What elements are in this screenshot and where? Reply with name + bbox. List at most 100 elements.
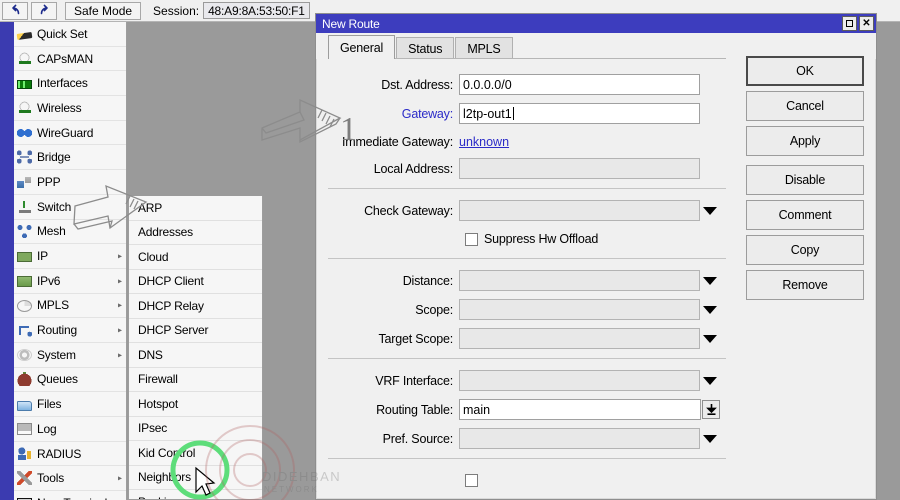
submenu-item-cloud[interactable]: Cloud [129, 245, 262, 270]
redo-button[interactable] [31, 1, 57, 20]
submenu-item-packing[interactable]: Packing [129, 490, 262, 499]
sidebar-item-quick-set[interactable]: Quick Set [14, 22, 126, 47]
winbox-left-strip [0, 22, 14, 500]
sidebar-item-label: Files [37, 397, 62, 412]
submenu-item-firewall[interactable]: Firewall [129, 368, 262, 392]
sidebar-item-interfaces[interactable]: Interfaces [14, 71, 126, 97]
sidebar-item-mpls[interactable]: MPLS ▸ [14, 294, 126, 319]
safe-mode-button[interactable]: Safe Mode [65, 1, 142, 20]
remove-button[interactable]: Remove [746, 270, 864, 300]
vrf-interface-dropdown[interactable] [700, 376, 720, 385]
tab-mpls[interactable]: MPLS [455, 37, 513, 59]
sidebar-item-ipv6[interactable]: IPv6 ▸ [14, 269, 126, 294]
dialog-titlebar[interactable]: New Route ✕ [316, 14, 876, 33]
submenu-item-neighbors[interactable]: Neighbors [129, 466, 262, 490]
tab-status[interactable]: Status [396, 37, 455, 59]
dst-address-input[interactable]: 0.0.0.0/0 [459, 74, 700, 95]
local-address-input[interactable] [459, 158, 700, 179]
sidebar-item-bridge[interactable]: Bridge [14, 145, 126, 171]
ok-button[interactable]: OK [746, 56, 864, 86]
sidebar-item-wireguard[interactable]: WireGuard [14, 121, 126, 146]
target-scope-input[interactable] [459, 328, 700, 349]
sidebar-item-log[interactable]: Log [14, 417, 126, 442]
copy-button[interactable]: Copy [746, 235, 864, 265]
bridge-icon [17, 150, 32, 165]
suppress-hw-offload-row[interactable]: Suppress Hw Offload [328, 227, 720, 251]
chevron-down-icon [703, 434, 717, 443]
target-scope-label: Target Scope: [378, 331, 453, 346]
sidebar-item-switch[interactable]: Switch [14, 195, 126, 220]
sidebar-item-ppp[interactable]: PPP [14, 170, 126, 195]
undo-arrow-icon [9, 4, 22, 17]
submenu-item-kid-control[interactable]: Kid Control [129, 441, 262, 466]
routing-table-input[interactable]: main [459, 399, 701, 420]
close-button[interactable]: ✕ [859, 16, 874, 31]
check-gateway-input[interactable] [459, 200, 700, 221]
scope-input[interactable] [459, 299, 700, 320]
sidebar-item-ip[interactable]: IP ▸ [14, 244, 126, 269]
dialog-button-column: OK Cancel Apply Disable Comment Copy Remove [746, 56, 864, 305]
blackhole-row[interactable] [328, 468, 720, 492]
target-scope-dropdown[interactable] [700, 334, 720, 343]
form-divider-4 [328, 458, 726, 459]
field-row-scope: Scope: [328, 297, 720, 322]
sidebar-item-label: IP [37, 249, 48, 264]
distance-input[interactable] [459, 270, 700, 291]
submenu-item-dhcp-client[interactable]: DHCP Client [129, 270, 262, 294]
immediate-gateway-link[interactable]: unknown [459, 135, 509, 149]
blackhole-checkbox[interactable] [465, 473, 478, 487]
ipv6-icon [17, 276, 32, 288]
dialog-title: New Route [322, 16, 380, 31]
sidebar-item-tools[interactable]: Tools ▸ [14, 466, 126, 492]
field-row-routing-table: Routing Table: main [328, 397, 720, 422]
antenna-icon [17, 100, 32, 115]
sidebar-item-files[interactable]: Files [14, 392, 126, 417]
undo-button[interactable] [2, 1, 28, 20]
disable-button[interactable]: Disable [746, 165, 864, 195]
vrf-interface-input[interactable] [459, 370, 700, 391]
pref-source-dropdown[interactable] [700, 434, 720, 443]
session-label: Session: [153, 3, 200, 18]
submenu-item-dhcp-server[interactable]: DHCP Server [129, 319, 262, 343]
submenu-item-dhcp-relay[interactable]: DHCP Relay [129, 294, 262, 319]
comment-button[interactable]: Comment [746, 200, 864, 230]
sidebar-item-capsman[interactable]: CAPsMAN [14, 47, 126, 72]
ppp-icon [17, 174, 32, 189]
sidebar-item-routing[interactable]: Routing ▸ [14, 318, 126, 343]
sidebar-item-label: Routing [37, 323, 77, 338]
submenu-item-arp[interactable]: ARP [129, 196, 262, 221]
scope-dropdown[interactable] [700, 305, 720, 314]
tools-icon [17, 471, 32, 486]
main-menu-sidebar: Quick Set CAPsMAN Interfaces Wireless WireGu… [14, 22, 127, 500]
maximize-button[interactable] [842, 16, 857, 31]
gear-icon [17, 349, 32, 362]
gateway-input[interactable]: l2tp-out1 [459, 103, 700, 124]
routing-icon [17, 323, 32, 338]
suppress-hw-offload-label: Suppress Hw Offload [484, 232, 599, 246]
sidebar-item-radius[interactable]: RADIUS [14, 442, 126, 467]
submenu-item-addresses[interactable]: Addresses [129, 221, 262, 245]
cancel-button-label: Cancel [786, 99, 824, 113]
routing-table-picker-button[interactable] [702, 400, 720, 419]
submenu-item-dns[interactable]: DNS [129, 343, 262, 368]
suppress-hw-offload-checkbox[interactable] [465, 232, 478, 246]
pref-source-input[interactable] [459, 428, 700, 449]
sidebar-item-new-terminal[interactable]: New Terminal [14, 491, 126, 500]
sidebar-item-mesh[interactable]: Mesh [14, 220, 126, 245]
session-field[interactable]: 48:A9:8A:53:50:F1 [203, 2, 310, 19]
sidebar-item-system[interactable]: System ▸ [14, 343, 126, 368]
sidebar-item-queues[interactable]: Queues [14, 368, 126, 393]
sidebar-item-label: MPLS [37, 298, 69, 313]
submenu-item-ipsec[interactable]: IPsec [129, 417, 262, 441]
sidebar-item-label: Log [37, 421, 57, 436]
apply-button[interactable]: Apply [746, 126, 864, 156]
submenu-item-hotspot[interactable]: Hotspot [129, 392, 262, 417]
distance-dropdown[interactable] [700, 276, 720, 285]
submenu-item-label: DHCP Server [138, 323, 209, 338]
tab-general[interactable]: General [328, 35, 396, 59]
arrow-to-bar-icon [705, 403, 717, 416]
sidebar-item-wireless[interactable]: Wireless [14, 96, 126, 121]
routing-table-label: Routing Table: [376, 402, 453, 417]
cancel-button[interactable]: Cancel [746, 91, 864, 121]
check-gateway-dropdown[interactable] [700, 206, 720, 215]
